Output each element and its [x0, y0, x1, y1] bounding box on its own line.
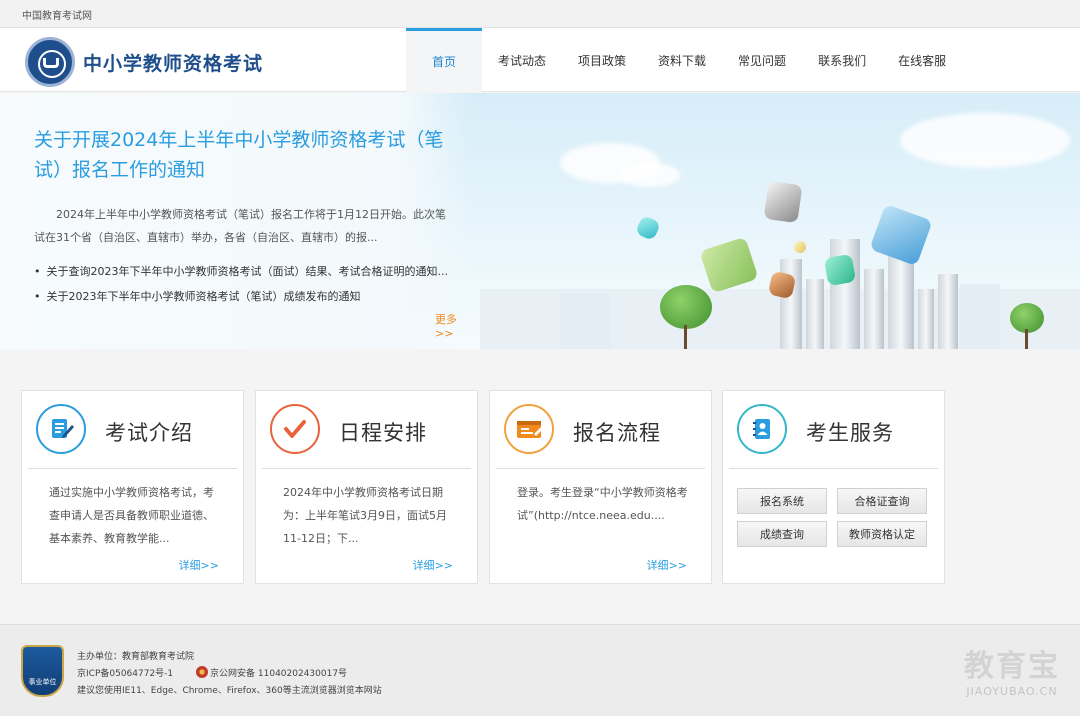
banner-text-panel: 关于开展2024年上半年中小学教师资格考试（笔试）报名工作的通知 2024年上半…	[0, 93, 470, 349]
nav-policy[interactable]: 项目政策	[562, 28, 642, 92]
music-cube-icon	[869, 203, 933, 267]
header: 中小学教师资格考试 首页 考试动态 项目政策 资料下载 常见问题 联系我们 在线…	[0, 28, 1080, 92]
teacher-qualification-button[interactable]: 教师资格认定	[837, 521, 927, 547]
certificate-query-button[interactable]: 合格证查询	[837, 488, 927, 514]
footer: 事业单位 主办单位：教育部教育考试院 京ICP备05064772号-1 京公网安…	[0, 624, 1080, 716]
card-description: 2024年中小学教师资格考试日期为：上半年笔试3月9日，面试5月11-12日；下…	[283, 486, 447, 545]
watermark-text: 教育宝	[964, 649, 1060, 684]
building	[864, 269, 884, 349]
card-title[interactable]: 日程安排	[339, 417, 427, 447]
divider	[262, 468, 471, 469]
tree-icon	[660, 285, 712, 329]
police-badge-icon	[196, 666, 209, 678]
card-title[interactable]: 考试介绍	[105, 417, 193, 447]
building	[918, 289, 934, 349]
checkmark-icon	[270, 404, 320, 454]
card-description: 通过实施中小学教师资格考试，考查申请人是否具备教师职业道德、基本素养、教育教学能…	[49, 486, 214, 545]
nav-online-service[interactable]: 在线客服	[882, 28, 962, 92]
news-link-written-scores[interactable]: 关于2023年下半年中小学教师资格考试（笔试）成绩发布的通知	[34, 288, 361, 304]
divider	[28, 468, 237, 469]
news-link-interview-results[interactable]: 关于查询2023年下半年中小学教师资格考试（面试）结果、考试合格证明的通知...	[34, 263, 448, 279]
nav-contact[interactable]: 联系我们	[802, 28, 882, 92]
card-description: 登录。考生登录“中小学教师资格考试”(http://ntce.neea.edu.…	[517, 486, 688, 522]
main-nav: 首页 考试动态 项目政策 资料下载 常见问题 联系我们 在线客服	[406, 28, 962, 92]
building	[938, 274, 958, 349]
police-record[interactable]: 京公网安备 11040202430017号	[196, 666, 348, 679]
building	[806, 279, 824, 349]
police-record-text: 京公网安备 11040202430017号	[210, 669, 348, 679]
site-name[interactable]: 中国教育考试网	[22, 7, 92, 22]
nav-exam-news[interactable]: 考试动态	[482, 28, 562, 92]
building	[960, 284, 1000, 349]
host-unit: 主办单位：教育部教育考试院	[77, 652, 195, 662]
tree-trunk	[684, 325, 687, 349]
document-edit-icon	[36, 404, 86, 454]
small-cube-icon	[634, 214, 662, 242]
details-link[interactable]: 详细>>	[647, 557, 687, 573]
details-link[interactable]: 详细>>	[179, 557, 219, 573]
browser-note: 建议您使用IE11、Edge、Chrome、Firefox、360等主流浏览器浏…	[77, 686, 382, 696]
score-query-button[interactable]: 成绩查询	[737, 521, 827, 547]
cloud-decoration	[900, 113, 1070, 168]
nav-home[interactable]: 首页	[406, 28, 482, 92]
nav-faq[interactable]: 常见问题	[722, 28, 802, 92]
cloud-decoration	[620, 163, 680, 187]
teal-cube-icon	[823, 253, 857, 287]
card-exam-intro: 考试介绍 通过实施中小学教师资格考试，考查申请人是否具备教师职业道德、基本素养、…	[21, 390, 244, 584]
film-cube-icon	[763, 180, 803, 224]
watermark: 教育宝 JIAOYUBAO.CN	[964, 641, 1060, 698]
watermark-domain: JIAOYUBAO.CN	[966, 685, 1058, 698]
card-candidate-services: 考生服务 报名系统 合格证查询 成绩查询 教师资格认定	[722, 390, 945, 584]
details-link[interactable]: 详细>>	[413, 557, 453, 573]
building	[560, 294, 610, 349]
banner-headline[interactable]: 关于开展2024年上半年中小学教师资格考试（笔试）报名工作的通知	[34, 125, 454, 185]
icp-line: 京ICP备05064772号-1 京公网安备 11040202430017号	[77, 666, 347, 679]
card-title[interactable]: 考生服务	[806, 417, 894, 447]
divider	[729, 468, 938, 469]
card-registration-process: 报名流程 登录。考生登录“中小学教师资格考试”(http://ntce.neea…	[489, 390, 712, 584]
top-bar: 中国教育考试网	[0, 0, 1080, 28]
tree-trunk	[1025, 329, 1028, 349]
logo-icon[interactable]	[25, 37, 75, 87]
small-cube-icon	[794, 241, 806, 253]
registration-form-icon	[504, 404, 554, 454]
site-title[interactable]: 中小学教师资格考试	[83, 49, 263, 76]
card-title[interactable]: 报名流程	[573, 417, 661, 447]
badge-label: 事业单位	[28, 678, 57, 686]
icp-record-link[interactable]: 京ICP备05064772号-1	[77, 669, 173, 679]
news-banner: 关于开展2024年上半年中小学教师资格考试（笔试）报名工作的通知 2024年上半…	[0, 93, 1080, 349]
building	[888, 254, 914, 349]
divider	[496, 468, 705, 469]
institution-badge-icon[interactable]: 事业单位	[21, 645, 64, 697]
banner-summary: 2024年上半年中小学教师资格考试（笔试）报名工作将于1月12日开始。此次笔试在…	[34, 208, 446, 244]
contact-book-icon	[737, 404, 787, 454]
more-news-link[interactable]: 更多>>	[435, 311, 470, 340]
card-schedule: 日程安排 2024年中小学教师资格考试日期为：上半年笔试3月9日，面试5月11-…	[255, 390, 478, 584]
nav-downloads[interactable]: 资料下载	[642, 28, 722, 92]
registration-system-button[interactable]: 报名系统	[737, 488, 827, 514]
green-cube-icon	[699, 236, 759, 294]
